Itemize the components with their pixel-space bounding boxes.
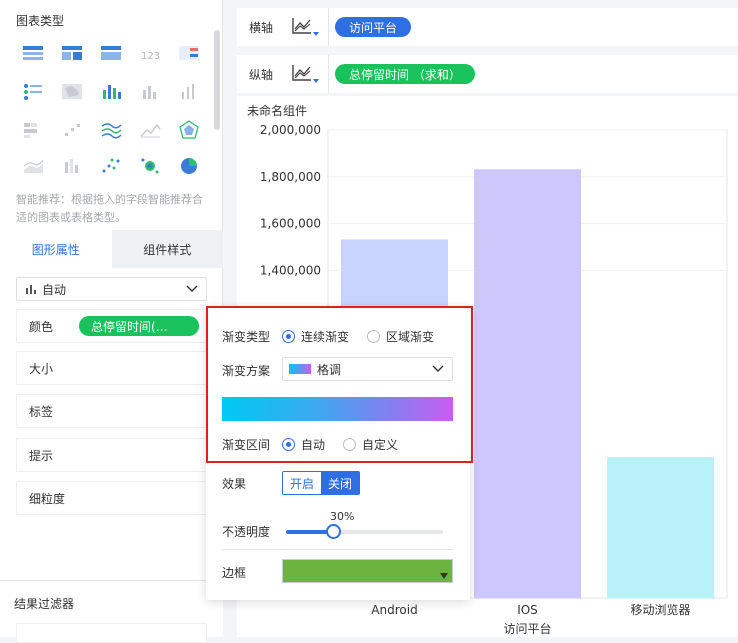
table-icon[interactable]: [22, 44, 44, 64]
prop-color-label: 颜色: [29, 319, 54, 334]
opacity-value: 30%: [330, 510, 355, 523]
border-color-picker[interactable]: [282, 559, 453, 583]
y-axis-field-pill[interactable]: 总停留时间 （求和）: [335, 64, 475, 84]
radar-chart-icon[interactable]: [178, 120, 200, 140]
chart-style-value: 自动: [42, 282, 67, 297]
bar-chart-icon: [26, 285, 36, 294]
y-axis-bar: 纵轴 总停留时间 （求和）: [237, 55, 738, 93]
x-tick-label: Android: [371, 603, 417, 617]
divider: [222, 549, 453, 550]
border-label: 边框: [222, 566, 247, 580]
chart-style-select[interactable]: 自动: [16, 277, 207, 301]
chevron-down-icon: [186, 285, 198, 292]
svg-text:123: 123: [141, 51, 160, 62]
smart-recommend-hint: 智能推荐：根据拖入的字段智能推荐合适的图表或表格类型。: [16, 193, 203, 224]
stacked-bar-icon[interactable]: [100, 82, 122, 102]
filter-drop-zone[interactable]: [16, 623, 207, 643]
result-filter: 结果过滤器: [0, 580, 223, 643]
y-tick-label: 1,800,000: [260, 170, 321, 184]
effect-label: 效果: [222, 476, 247, 491]
prop-size-label: 大小: [29, 361, 54, 376]
effect-on-button[interactable]: 开启: [283, 472, 321, 494]
opacity-label: 不透明度: [222, 525, 271, 539]
effect-toggle: 开启 关闭: [282, 471, 360, 495]
scrollbar[interactable]: [214, 30, 220, 130]
effect-off-button[interactable]: 关闭: [321, 472, 359, 494]
result-filter-title: 结果过滤器: [14, 597, 75, 611]
opacity-slider-handle[interactable]: [326, 523, 342, 539]
tab-component-style[interactable]: 组件样式: [111, 230, 223, 268]
stacked-area-icon[interactable]: [22, 156, 44, 176]
property-tabs: 图形属性 组件样式: [0, 230, 223, 268]
line-chart-dropdown-icon: [291, 18, 319, 36]
border-row: 边框: [222, 564, 282, 581]
effect-row: 效果 开启 关闭: [222, 471, 360, 495]
left-panel: 图表类型 123 智能推荐：根据拖入的字段智能推荐合适的图表或表格类型。 图形属…: [0, 0, 223, 643]
caret-down-icon: [440, 573, 448, 579]
y-axis-label: 纵轴: [249, 67, 274, 82]
x-tick-label: IOS: [517, 603, 538, 617]
heatmap-icon[interactable]: [22, 120, 44, 140]
kpi-table-icon[interactable]: [178, 44, 200, 64]
x-axis-title: 访问平台: [503, 621, 551, 636]
column-chart-icon[interactable]: [139, 82, 161, 102]
color-field-pill[interactable]: 总停留时间(…: [79, 316, 199, 336]
grouped-bar-icon[interactable]: [178, 82, 200, 102]
y-tick-label: 2,000,000: [260, 123, 321, 137]
scatter-icon[interactable]: [61, 120, 83, 140]
x-axis-bar: 横轴 访问平台: [237, 8, 738, 46]
pie-chart-icon[interactable]: [178, 156, 200, 176]
bar: [607, 457, 714, 599]
x-axis-field-pill[interactable]: 访问平台: [335, 17, 412, 37]
opacity-row: 不透明度: [222, 523, 443, 540]
prop-label-label: 标签: [29, 404, 54, 419]
x-tick-label: 移动浏览器: [630, 602, 690, 617]
prop-granularity-label: 细粒度: [29, 491, 66, 506]
percent-bar-icon[interactable]: [61, 156, 83, 176]
highlight-box: [206, 306, 473, 463]
tab-graph-properties[interactable]: 图形属性: [0, 230, 112, 268]
opacity-slider[interactable]: [286, 523, 443, 540]
prop-tooltip-label: 提示: [29, 448, 54, 463]
prop-color[interactable]: 颜色 总停留时间(…: [16, 309, 207, 343]
chart-type-title: 图表类型: [16, 14, 65, 28]
cross-table-icon[interactable]: [61, 44, 83, 64]
area-chart-icon[interactable]: [139, 120, 161, 140]
dot-list-icon[interactable]: [22, 82, 44, 102]
prop-granularity[interactable]: 细粒度: [16, 481, 207, 515]
kpi-number-icon[interactable]: 123: [139, 44, 161, 64]
line-chart-icon[interactable]: [100, 120, 122, 140]
y-tick-label: 1,400,000: [260, 263, 321, 277]
map-icon[interactable]: [61, 82, 83, 102]
detail-table-icon[interactable]: [100, 44, 122, 64]
bubble-chart-icon[interactable]: [139, 156, 161, 176]
bar: [474, 169, 581, 599]
prop-size[interactable]: 大小: [16, 351, 207, 385]
line-chart-dropdown-icon: [291, 65, 319, 83]
dot-plot-icon[interactable]: [100, 156, 122, 176]
prop-tooltip[interactable]: 提示: [16, 438, 207, 472]
x-axis-label: 横轴: [249, 20, 274, 35]
y-axis-type-button[interactable]: [283, 55, 329, 93]
x-axis-type-button[interactable]: [283, 8, 329, 46]
y-tick-label: 1,600,000: [260, 217, 321, 231]
prop-label[interactable]: 标签: [16, 394, 207, 428]
